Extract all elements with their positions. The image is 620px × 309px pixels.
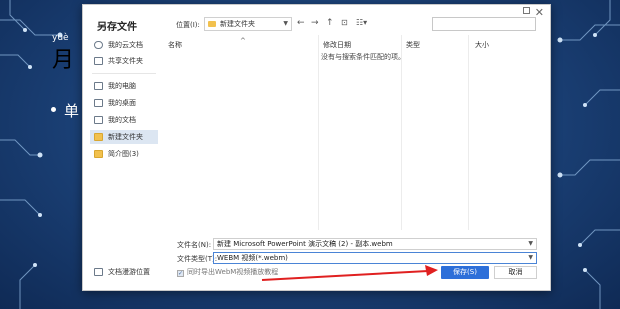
annotation-arrow-icon xyxy=(261,265,438,281)
